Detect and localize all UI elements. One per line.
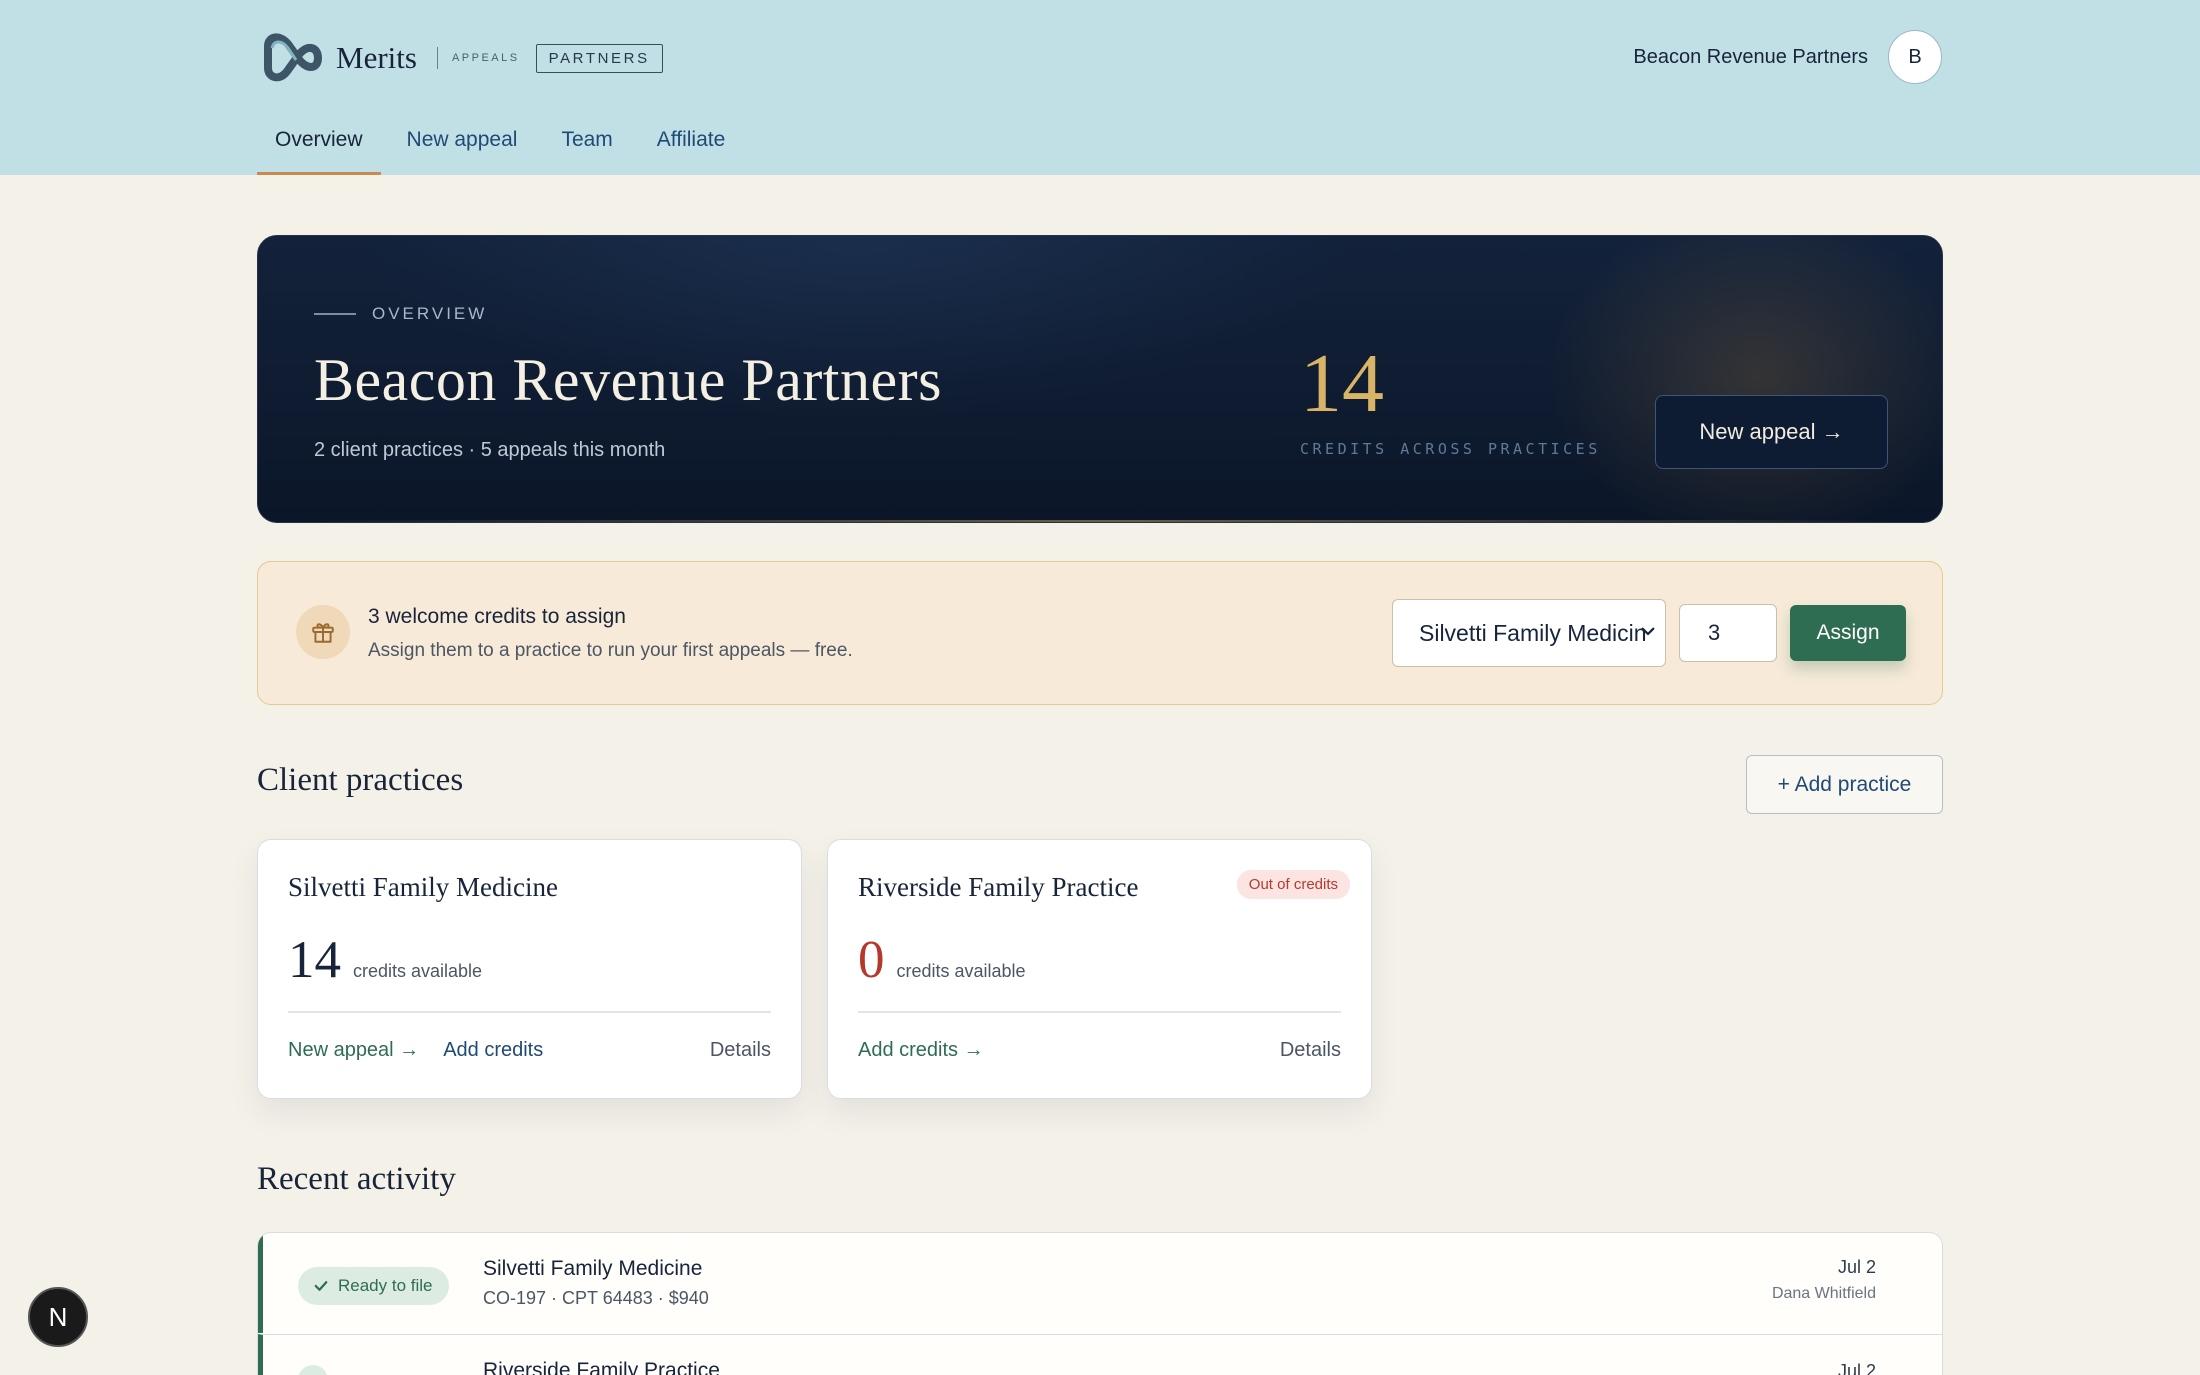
status-badge xyxy=(298,1365,328,1375)
avatar[interactable]: B xyxy=(1888,30,1942,84)
details-link[interactable]: Details xyxy=(710,1039,771,1062)
status-badge: Ready to file xyxy=(298,1267,449,1305)
hero-subtitle: 2 client practices · 5 appeals this mont… xyxy=(314,439,666,461)
new-appeal-link[interactable]: New appeal → xyxy=(288,1039,419,1062)
brand-divider xyxy=(436,47,438,69)
partners-badge: PARTNERS xyxy=(535,43,663,73)
card-divider xyxy=(288,1011,771,1013)
tab-affiliate[interactable]: Affiliate xyxy=(639,116,744,175)
add-practice-button[interactable]: + Add practice xyxy=(1746,755,1943,814)
welcome-title: 3 welcome credits to assign xyxy=(368,605,626,628)
practice-credits-label: credits available xyxy=(896,961,1026,981)
account-area[interactable]: Beacon Revenue Partners B xyxy=(1633,30,1942,84)
add-credits-link[interactable]: Add credits xyxy=(443,1039,543,1062)
welcome-subtitle: Assign them to a practice to run your fi… xyxy=(368,640,853,661)
details-link[interactable]: Details xyxy=(1280,1039,1341,1062)
main-nav: Overview New appeal Team Affiliate xyxy=(257,116,751,175)
practice-name: Riverside Family Practice xyxy=(858,872,1139,902)
dev-badge-icon[interactable]: N xyxy=(28,1287,88,1347)
hero-credits-label: CREDITS ACROSS PRACTICES xyxy=(1300,440,1601,458)
practice-name: Silvetti Family Medicine xyxy=(288,872,558,902)
gift-icon xyxy=(296,605,350,659)
hero-eyebrow: OVERVIEW xyxy=(314,304,487,324)
activity-person: Dana Whitfield xyxy=(1771,1285,1876,1302)
practice-select-value: Silvetti Family Medicine xyxy=(1419,619,1647,646)
activity-date: Jul 2 xyxy=(1837,1361,1876,1375)
brand-name: Merits xyxy=(336,40,417,75)
credit-quantity-input[interactable] xyxy=(1679,604,1777,662)
check-icon xyxy=(314,1281,328,1291)
list-item[interactable]: Ready to file Silvetti Family Medicine C… xyxy=(258,1233,1942,1333)
account-name: Beacon Revenue Partners xyxy=(1633,45,1868,68)
tab-new-appeal[interactable]: New appeal xyxy=(389,116,536,175)
practice-card: Silvetti Family Medicine 14 credits avai… xyxy=(257,839,802,1099)
hero-new-appeal-button[interactable]: New appeal → xyxy=(1655,395,1888,469)
status-badge: Out of credits xyxy=(1236,870,1350,899)
hero-eyebrow-label: OVERVIEW xyxy=(372,304,488,323)
brand-logo[interactable]: Merits APPEALS PARTNERS xyxy=(260,30,663,86)
practice-card: Riverside Family Practice Out of credits… xyxy=(827,839,1372,1099)
assign-button[interactable]: Assign xyxy=(1790,605,1906,661)
eyebrow-line xyxy=(314,313,356,315)
activity-date: Jul 2 xyxy=(1837,1257,1876,1277)
card-actions: New appeal → Add credits Details xyxy=(288,1039,771,1062)
list-item[interactable]: Riverside Family Practice Jul 2 xyxy=(258,1334,1942,1375)
tab-team[interactable]: Team xyxy=(543,116,630,175)
activity-practice: Silvetti Family Medicine xyxy=(483,1257,703,1280)
card-actions: Add credits → Details xyxy=(858,1039,1341,1062)
hero-credits-value: 14 xyxy=(1300,337,1384,430)
practice-credits: 14 credits available xyxy=(288,930,482,990)
activity-practice: Riverside Family Practice xyxy=(483,1359,720,1375)
practice-credits-label: credits available xyxy=(353,961,483,981)
page-title: Beacon Revenue Partners xyxy=(314,347,942,413)
brand-subtitle: APPEALS xyxy=(451,52,520,64)
tab-overview[interactable]: Overview xyxy=(257,116,381,175)
merits-logo-icon xyxy=(264,33,322,82)
chevron-down-icon xyxy=(1641,627,1655,636)
practice-credits: 0 credits available xyxy=(858,930,1026,990)
hero-credits: 14 CREDITS ACROSS PRACTICES xyxy=(1300,337,1601,459)
card-divider xyxy=(858,1011,1341,1013)
practice-credits-value: 0 xyxy=(858,931,885,989)
overview-hero: OVERVIEW Beacon Revenue Partners 2 clien… xyxy=(257,235,1943,523)
hero-accent-line xyxy=(298,520,1902,522)
recent-activity-title: Recent activity xyxy=(257,1161,456,1197)
add-credits-link[interactable]: Add credits → xyxy=(858,1039,984,1062)
client-practices-title: Client practices xyxy=(257,762,464,798)
status-label: Ready to file xyxy=(338,1276,433,1295)
welcome-credits-banner: 3 welcome credits to assign Assign them … xyxy=(257,561,1943,705)
activity-meta: CO-197 · CPT 64483 · $940 xyxy=(483,1288,709,1308)
activity-list: Ready to file Silvetti Family Medicine C… xyxy=(257,1232,1943,1375)
practice-credits-value: 14 xyxy=(288,931,341,989)
top-header: Merits APPEALS PARTNERS Beacon Revenue P… xyxy=(0,0,2200,175)
practice-select[interactable]: Silvetti Family Medicine xyxy=(1392,599,1666,667)
